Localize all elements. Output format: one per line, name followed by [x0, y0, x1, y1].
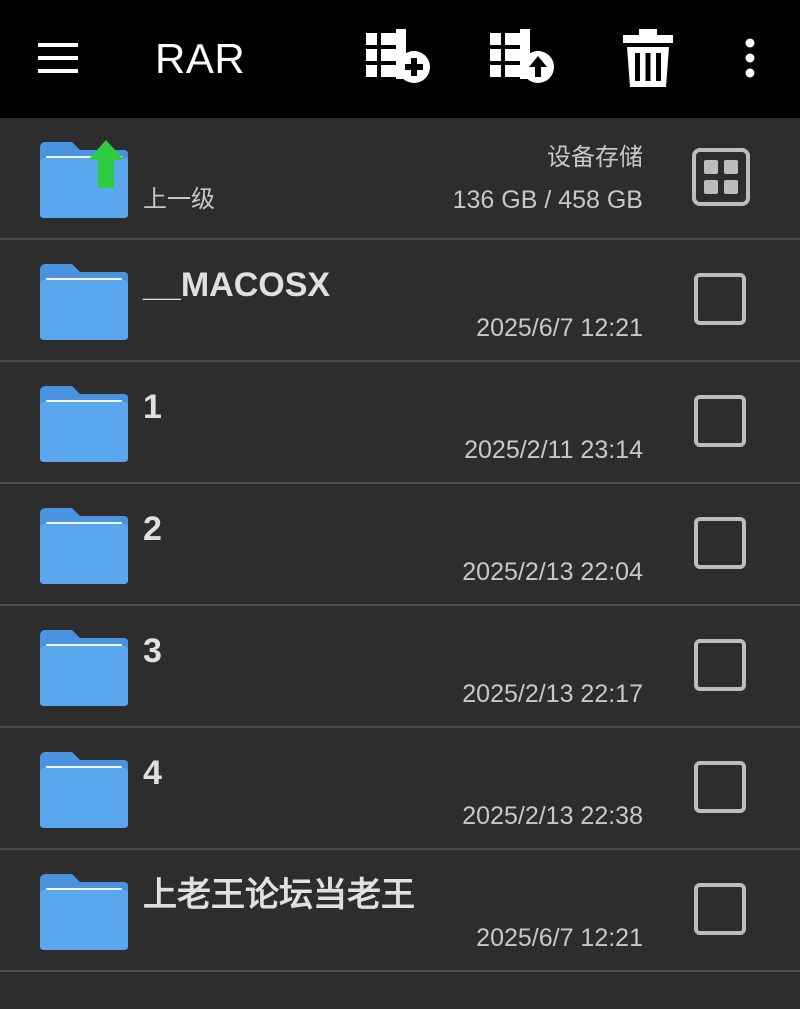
rar-app: RAR 上一级 设备存储 136 GB / 458 GB __MACOSX 20… [0, 0, 800, 1009]
folder-name: 2 [143, 510, 162, 548]
folder-row[interactable]: 2 2025/2/13 22:04 [0, 484, 800, 606]
folder-name: 上老王论坛当老王 [143, 876, 415, 914]
menu-icon [38, 43, 78, 73]
folder-up-icon [40, 140, 128, 218]
select-checkbox[interactable] [694, 883, 746, 935]
folder-date: 2025/2/13 22:38 [462, 802, 643, 830]
folder-icon [40, 508, 128, 584]
file-list: 上一级 设备存储 136 GB / 458 GB __MACOSX 2025/6… [0, 118, 800, 972]
folder-row[interactable]: 4 2025/2/13 22:38 [0, 728, 800, 850]
storage-size: 136 GB / 458 GB [452, 186, 643, 214]
folder-date: 2025/2/13 22:17 [462, 680, 643, 708]
folder-name: __MACOSX [143, 266, 331, 304]
folder-icon [40, 752, 128, 828]
select-checkbox[interactable] [694, 517, 746, 569]
add-to-archive-icon [366, 29, 430, 83]
select-checkbox[interactable] [694, 639, 746, 691]
delete-button[interactable] [612, 18, 684, 98]
parent-directory-label: 上一级 [143, 186, 215, 213]
folder-date: 2025/6/7 12:21 [476, 924, 643, 952]
select-checkbox[interactable] [694, 273, 746, 325]
delete-icon [623, 29, 673, 87]
more-vert-icon [745, 38, 755, 78]
select-checkbox[interactable] [694, 761, 746, 813]
folder-name: 3 [143, 632, 162, 670]
folder-name: 1 [143, 388, 162, 426]
folder-row[interactable]: 3 2025/2/13 22:17 [0, 606, 800, 728]
folder-row[interactable]: __MACOSX 2025/6/7 12:21 [0, 240, 800, 362]
folder-date: 2025/6/7 12:21 [476, 314, 643, 342]
folder-row[interactable]: 上老王论坛当老王 2025/6/7 12:21 [0, 850, 800, 972]
folder-icon [40, 630, 128, 706]
folder-icon [40, 874, 128, 950]
folder-row[interactable]: 1 2025/2/11 23:14 [0, 362, 800, 484]
extract-archive-button[interactable] [480, 18, 564, 98]
select-checkbox[interactable] [694, 395, 746, 447]
folder-icon [40, 264, 128, 340]
menu-button[interactable] [22, 22, 94, 94]
extract-archive-icon [490, 29, 554, 83]
grid-view-icon[interactable] [692, 148, 750, 206]
folder-name: 4 [143, 754, 162, 792]
folder-date: 2025/2/13 22:04 [462, 558, 643, 586]
storage-name: 设备存储 [547, 144, 643, 171]
more-options-button[interactable] [724, 22, 776, 94]
toolbar: RAR [0, 0, 800, 118]
folder-icon [40, 386, 128, 462]
add-to-archive-button[interactable] [356, 18, 440, 98]
folder-date: 2025/2/11 23:14 [464, 436, 643, 464]
app-title: RAR [155, 35, 246, 82]
parent-directory-row[interactable]: 上一级 设备存储 136 GB / 458 GB [0, 118, 800, 240]
